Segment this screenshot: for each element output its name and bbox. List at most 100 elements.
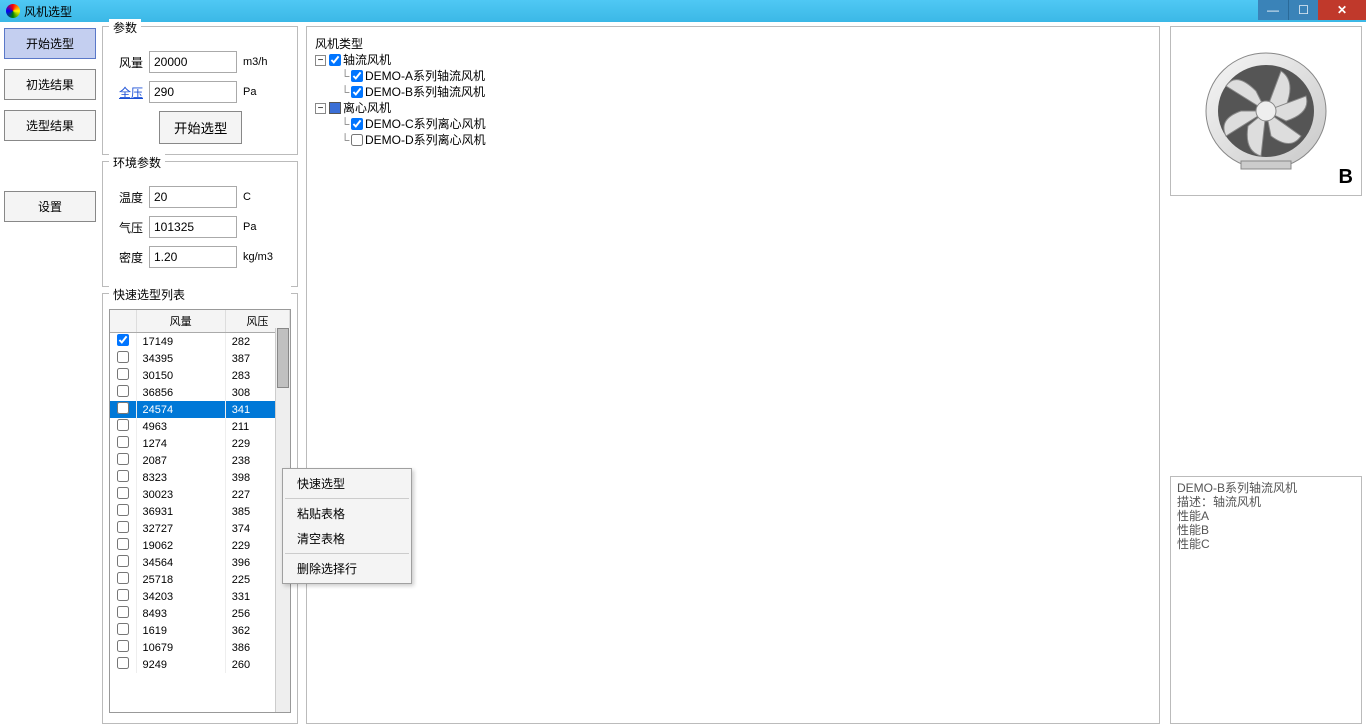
- tree-toggle-icon[interactable]: −: [315, 55, 326, 66]
- row-checkbox[interactable]: [117, 640, 129, 652]
- start-selection-button[interactable]: 开始选型: [159, 111, 242, 144]
- menu-quick-select[interactable]: 快速选型: [285, 471, 409, 496]
- table-row[interactable]: 9249260: [110, 656, 290, 673]
- table-row[interactable]: 36856308: [110, 384, 290, 401]
- tree-line-icon: └: [339, 116, 351, 132]
- density-input[interactable]: [149, 246, 237, 268]
- temp-label: 温度: [109, 189, 149, 206]
- pressure-label-link[interactable]: 全压: [109, 84, 149, 101]
- nav-sidebar: 开始选型 初选结果 选型结果 设置: [0, 22, 100, 728]
- table-row[interactable]: 34203331: [110, 588, 290, 605]
- tree-check-axial[interactable]: [329, 54, 341, 66]
- row-checkbox[interactable]: [117, 470, 129, 482]
- desc-line: 性能B: [1177, 523, 1355, 537]
- tree-node-demo-b[interactable]: DEMO-B系列轴流风机: [365, 84, 485, 100]
- quicklist-col-flow[interactable]: 风量: [136, 310, 225, 333]
- table-row[interactable]: 4963211: [110, 418, 290, 435]
- params-fieldset: 参数 风量 m3/h 全压 Pa 开始选型: [102, 26, 298, 155]
- close-button[interactable]: ✕: [1318, 0, 1366, 20]
- tree-node-centrifugal[interactable]: 离心风机: [343, 100, 391, 116]
- cell-flow: 36856: [136, 384, 225, 401]
- row-checkbox[interactable]: [117, 402, 129, 414]
- flow-input[interactable]: [149, 51, 237, 73]
- density-label: 密度: [109, 249, 149, 266]
- airpress-input[interactable]: [149, 216, 237, 238]
- context-menu: 快速选型 粘贴表格 清空表格 删除选择行: [282, 468, 412, 584]
- table-row[interactable]: 1619362: [110, 622, 290, 639]
- scrollbar-thumb[interactable]: [277, 328, 289, 388]
- menu-clear-table[interactable]: 清空表格: [285, 526, 409, 551]
- table-row[interactable]: 30150283: [110, 367, 290, 384]
- row-checkbox[interactable]: [117, 453, 129, 465]
- tree-check-demo-c[interactable]: [351, 118, 363, 130]
- tree-check-demo-d[interactable]: [351, 134, 363, 146]
- row-checkbox[interactable]: [117, 606, 129, 618]
- airpress-unit: Pa: [243, 221, 256, 233]
- row-checkbox[interactable]: [117, 572, 129, 584]
- tree-check-centrifugal[interactable]: [329, 102, 341, 114]
- table-row[interactable]: 10679386: [110, 639, 290, 656]
- tree-node-demo-c[interactable]: DEMO-C系列离心风机: [365, 116, 486, 132]
- row-checkbox[interactable]: [117, 487, 129, 499]
- row-checkbox[interactable]: [117, 419, 129, 431]
- flow-unit: m3/h: [243, 56, 267, 68]
- params-legend: 参数: [109, 19, 141, 36]
- table-row[interactable]: 8493256: [110, 605, 290, 622]
- row-checkbox[interactable]: [117, 334, 129, 346]
- table-row[interactable]: 8323398: [110, 469, 290, 486]
- row-checkbox[interactable]: [117, 538, 129, 550]
- pressure-unit: Pa: [243, 86, 256, 98]
- fan-description-box: DEMO-B系列轴流风机 描述：轴流风机 性能A 性能B 性能C: [1170, 476, 1362, 724]
- minimize-button[interactable]: —: [1258, 0, 1288, 20]
- row-checkbox[interactable]: [117, 657, 129, 669]
- row-checkbox[interactable]: [117, 555, 129, 567]
- row-checkbox[interactable]: [117, 504, 129, 516]
- table-row[interactable]: 19062229: [110, 537, 290, 554]
- row-checkbox[interactable]: [117, 521, 129, 533]
- cell-flow: 25718: [136, 571, 225, 588]
- desc-line: 描述：轴流风机: [1177, 495, 1355, 509]
- quicklist-col-check[interactable]: [110, 310, 136, 333]
- nav-settings[interactable]: 设置: [4, 191, 96, 222]
- cell-flow: 34395: [136, 350, 225, 367]
- tree-node-demo-d[interactable]: DEMO-D系列离心风机: [365, 132, 486, 148]
- temp-input[interactable]: [149, 186, 237, 208]
- row-checkbox[interactable]: [117, 351, 129, 363]
- table-row[interactable]: 25718225: [110, 571, 290, 588]
- cell-flow: 34203: [136, 588, 225, 605]
- nav-prelim-results[interactable]: 初选结果: [4, 69, 96, 100]
- quicklist-table-wrap[interactable]: 风量 风压 1714928234395387301502833685630824…: [109, 309, 291, 713]
- flow-label: 风量: [109, 54, 149, 71]
- cell-flow: 32727: [136, 520, 225, 537]
- fan-type-fieldset: 风机类型 − 轴流风机 └ DEMO-A系列轴流风机 └: [306, 26, 1160, 724]
- row-checkbox[interactable]: [117, 368, 129, 380]
- table-row[interactable]: 30023227: [110, 486, 290, 503]
- table-row[interactable]: 36931385: [110, 503, 290, 520]
- menu-paste-table[interactable]: 粘贴表格: [285, 501, 409, 526]
- app-icon: [6, 4, 20, 18]
- row-checkbox[interactable]: [117, 436, 129, 448]
- table-row[interactable]: 24574341: [110, 401, 290, 418]
- table-row[interactable]: 17149282: [110, 333, 290, 351]
- tree-check-demo-a[interactable]: [351, 70, 363, 82]
- row-checkbox[interactable]: [117, 623, 129, 635]
- row-checkbox[interactable]: [117, 589, 129, 601]
- table-row[interactable]: 32727374: [110, 520, 290, 537]
- nav-start-selection[interactable]: 开始选型: [4, 28, 96, 59]
- menu-delete-row[interactable]: 删除选择行: [285, 556, 409, 581]
- table-row[interactable]: 2087238: [110, 452, 290, 469]
- desc-line: 性能A: [1177, 509, 1355, 523]
- row-checkbox[interactable]: [117, 385, 129, 397]
- table-row[interactable]: 1274229: [110, 435, 290, 452]
- maximize-button[interactable]: ☐: [1288, 0, 1318, 20]
- fan-type-legend: 风机类型: [315, 37, 363, 51]
- tree-node-axial[interactable]: 轴流风机: [343, 52, 391, 68]
- tree-node-demo-a[interactable]: DEMO-A系列轴流风机: [365, 68, 485, 84]
- nav-selection-results[interactable]: 选型结果: [4, 110, 96, 141]
- tree-toggle-icon[interactable]: −: [315, 103, 326, 114]
- table-row[interactable]: 34395387: [110, 350, 290, 367]
- cell-flow: 2087: [136, 452, 225, 469]
- pressure-input[interactable]: [149, 81, 237, 103]
- tree-check-demo-b[interactable]: [351, 86, 363, 98]
- table-row[interactable]: 34564396: [110, 554, 290, 571]
